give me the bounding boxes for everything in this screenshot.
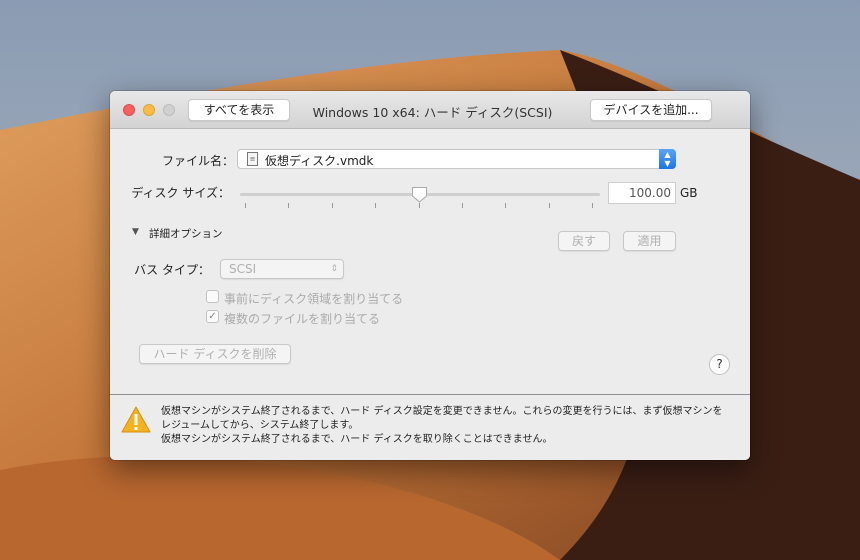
file-name-popup[interactable]: ≡ 仮想ディスク.vmdk ▲ ▼ <box>237 149 676 169</box>
slider-tick <box>375 203 377 208</box>
disk-size-slider-thumb[interactable] <box>411 186 428 203</box>
slider-tick <box>245 203 246 208</box>
document-icon: ≡ <box>247 152 258 166</box>
preallocate-label: 事前にディスク領域を割り当てる <box>224 292 404 306</box>
remove-hard-disk-button[interactable]: ハード ディスクを削除 <box>139 344 291 364</box>
preallocate-checkbox[interactable] <box>206 290 219 303</box>
slider-tick <box>548 203 550 208</box>
slider-tick <box>462 203 463 208</box>
warning-message: 仮想マシンがシステム終了されるまで、ハード ディスク設定を変更できません。これら… <box>161 405 722 447</box>
slider-tick <box>331 203 333 208</box>
slider-tick <box>418 203 420 208</box>
advanced-options-label[interactable]: 詳細オプション <box>149 226 223 241</box>
revert-button[interactable]: 戻す <box>558 231 610 251</box>
title-bar: すべてを表示 Windows 10 x64: ハード ディスク(SCSI) デバ… <box>110 91 750 129</box>
show-all-button[interactable]: すべてを表示 <box>188 99 290 121</box>
warning-line-1: 仮想マシンがシステム終了されるまで、ハード ディスク設定を変更できません。これら… <box>161 406 723 417</box>
close-button[interactable] <box>123 104 135 116</box>
warning-footer: 仮想マシンがシステム終了されるまで、ハード ディスク設定を変更できません。これら… <box>110 394 750 460</box>
slider-tick <box>505 203 507 208</box>
disk-size-label: ディスク サイズ： <box>131 186 230 200</box>
window-title: Windows 10 x64: ハード ディスク(SCSI) <box>312 105 553 120</box>
warning-line-2: レジュームしてから、システム終了します。 <box>161 420 359 431</box>
hard-disk-settings-window: すべてを表示 Windows 10 x64: ハード ディスク(SCSI) デバ… <box>110 91 750 460</box>
warning-line-3: 仮想マシンがシステム終了されるまで、ハード ディスクを取り除くことはできません。 <box>161 434 553 445</box>
disk-size-unit: GB <box>680 186 698 200</box>
split-files-checkbox[interactable]: ✓ <box>206 310 219 323</box>
bus-type-value: SCSI <box>229 262 257 276</box>
warning-icon <box>121 406 151 433</box>
slider-tick <box>288 203 290 208</box>
slider-tick <box>592 203 594 208</box>
file-name-label: ファイル名： <box>161 154 234 168</box>
file-name-value: 仮想ディスク.vmdk <box>265 154 374 168</box>
split-files-label: 複数のファイルを割り当てる <box>224 312 381 326</box>
disk-size-input[interactable]: 100.00 <box>608 182 676 204</box>
add-device-button[interactable]: デバイスを追加... <box>590 99 712 121</box>
popup-chevrons-icon: ▲ ▼ <box>659 149 676 169</box>
minimize-button[interactable] <box>143 104 155 116</box>
help-button[interactable]: ? <box>709 354 730 375</box>
zoom-button[interactable] <box>163 104 175 116</box>
disclosure-triangle-icon[interactable]: ▼ <box>132 227 139 237</box>
apply-button[interactable]: 適用 <box>623 231 676 251</box>
bus-type-label: バス タイプ： <box>134 263 210 277</box>
bus-type-popup[interactable]: SCSI ⇕ <box>220 259 344 279</box>
chevrons-icon: ⇕ <box>330 264 338 274</box>
